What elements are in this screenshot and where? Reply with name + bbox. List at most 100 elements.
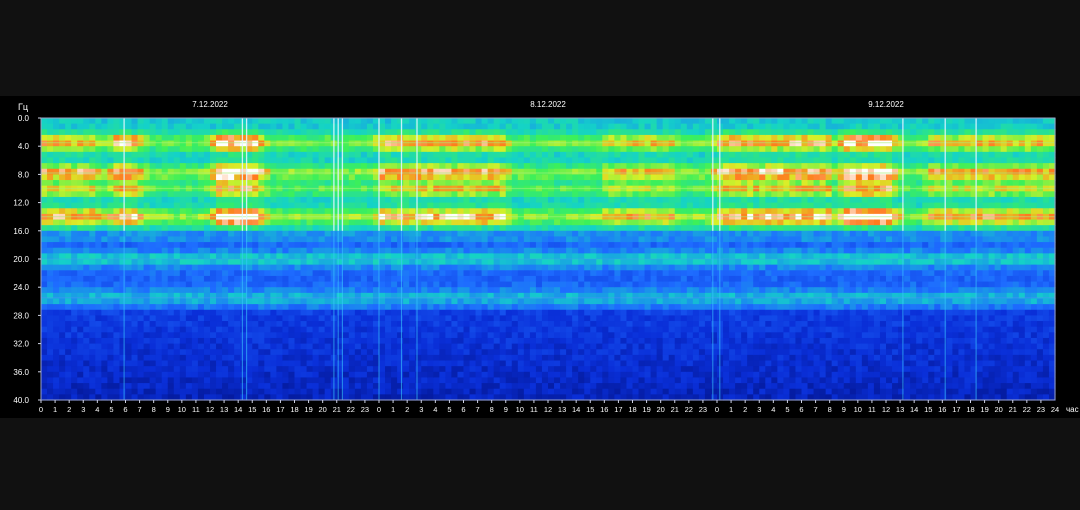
heatmap-cell — [77, 354, 84, 362]
heatmap-cell — [602, 354, 609, 362]
heatmap-cell — [246, 326, 253, 333]
heatmap-cell — [185, 208, 193, 215]
heatmap-cell — [493, 287, 501, 294]
heatmap-cell — [288, 337, 296, 345]
heatmap-cell — [246, 309, 253, 316]
heatmap-cell — [560, 157, 567, 164]
heatmap-cell — [409, 264, 416, 271]
heatmap-cell — [312, 180, 320, 187]
heatmap-cell — [548, 377, 555, 384]
heatmap-cell — [119, 219, 127, 226]
heatmap-cell — [614, 118, 622, 125]
heatmap-cell — [276, 236, 284, 243]
heatmap-cell — [101, 157, 108, 164]
heatmap-cell — [59, 354, 66, 362]
heatmap-cell — [276, 343, 284, 350]
heatmap-cell — [228, 281, 235, 288]
heatmap-cell — [65, 377, 72, 384]
heatmap-cell — [590, 371, 597, 379]
heatmap-cell — [638, 118, 646, 125]
heatmap-cell — [415, 377, 422, 384]
heatmap-cell — [463, 270, 471, 277]
heatmap-cell — [469, 360, 477, 367]
heatmap-cell — [210, 383, 217, 390]
heatmap-cell — [276, 304, 284, 311]
heatmap-cell — [427, 123, 434, 130]
heatmap-cell — [77, 281, 84, 288]
heatmap-cell — [566, 326, 573, 333]
heatmap-cell — [125, 174, 133, 181]
heatmap-cell — [191, 151, 199, 159]
heatmap-cell — [324, 151, 332, 159]
heatmap-cell — [348, 140, 356, 147]
heatmap-cell — [379, 298, 386, 305]
heatmap-cell — [65, 129, 72, 136]
heatmap-cell — [427, 371, 434, 379]
heatmap-cell — [240, 383, 247, 390]
heatmap-cell — [216, 304, 223, 311]
heatmap-cell — [155, 191, 163, 198]
heatmap-cell — [324, 134, 332, 142]
heatmap-cell — [415, 349, 422, 356]
heatmap-cell — [379, 168, 386, 175]
heatmap-cell — [354, 366, 362, 373]
heatmap-cell — [505, 247, 513, 254]
heatmap-cell — [602, 270, 609, 277]
heatmap-cell — [572, 219, 579, 226]
heatmap-cell — [300, 371, 308, 379]
heatmap-cell — [469, 371, 477, 379]
heatmap-cell — [252, 287, 259, 294]
heatmap-cell — [173, 281, 181, 288]
heatmap-cell — [590, 168, 597, 175]
heatmap-cell — [572, 275, 579, 283]
heatmap-cell — [409, 180, 416, 187]
heatmap-cell — [566, 157, 573, 164]
heatmap-cell — [391, 134, 398, 142]
heatmap-cell — [83, 151, 90, 159]
heatmap-cell — [590, 360, 597, 367]
heatmap-cell — [119, 321, 127, 328]
heatmap-cell — [354, 230, 362, 238]
heatmap-cell — [270, 196, 277, 204]
heatmap-cell — [517, 349, 525, 356]
heatmap-cell — [228, 129, 235, 136]
heatmap-cell — [572, 196, 579, 204]
heatmap-cell — [385, 270, 392, 277]
heatmap-cell — [505, 309, 513, 316]
heatmap-cell — [366, 371, 374, 379]
heatmap-cell — [155, 151, 163, 159]
heatmap-cell — [427, 343, 434, 350]
heatmap-cell — [149, 219, 157, 226]
heatmap-cell — [167, 118, 175, 125]
heatmap-cell — [173, 309, 181, 316]
heatmap-cell — [71, 236, 78, 243]
heatmap-cell — [155, 242, 163, 249]
heatmap-cell — [409, 337, 416, 345]
heatmap-cell — [276, 196, 284, 204]
heatmap-cell — [77, 129, 84, 136]
heatmap-cell — [433, 236, 440, 243]
heatmap-cell — [445, 230, 453, 238]
heatmap-cell — [433, 360, 440, 367]
heatmap-cell — [535, 275, 543, 283]
heatmap-cell — [95, 383, 102, 390]
heatmap-cell — [47, 371, 54, 379]
heatmap-cell — [131, 123, 139, 130]
heatmap-cell — [590, 304, 597, 311]
heatmap-cell — [493, 163, 501, 170]
heatmap-cell — [566, 196, 573, 204]
heatmap-cell — [161, 332, 169, 339]
heatmap-cell — [385, 326, 392, 333]
heatmap-cell — [143, 174, 151, 181]
heatmap-cell — [608, 337, 615, 345]
heatmap-cell — [354, 264, 362, 271]
heatmap-cell — [173, 275, 181, 283]
heatmap-cell — [451, 196, 459, 204]
heatmap-cell — [89, 146, 96, 153]
heatmap-cell — [620, 298, 628, 305]
heatmap-cell — [379, 321, 386, 328]
heatmap-cell — [234, 309, 241, 316]
heatmap-cell — [403, 191, 410, 198]
heatmap-cell — [246, 315, 253, 322]
heatmap-cell — [222, 281, 229, 288]
